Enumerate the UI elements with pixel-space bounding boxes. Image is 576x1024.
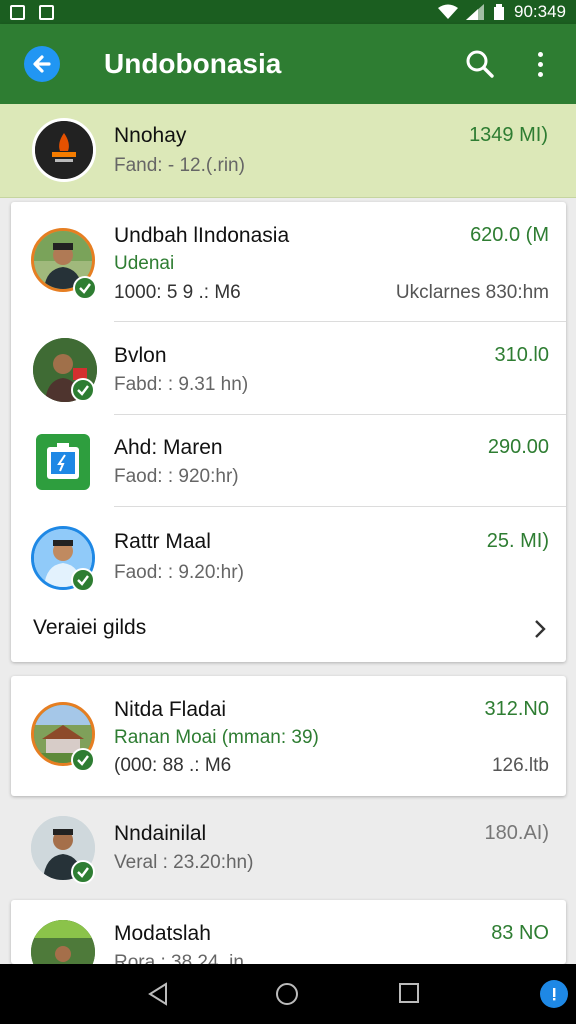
- page-title: Undobonasia: [104, 48, 282, 79]
- logo-icon: [35, 121, 93, 179]
- nav-recents-icon[interactable]: [398, 982, 420, 1004]
- status-time: 90:349: [514, 2, 566, 21]
- list-item[interactable]: Bvlon Fabd: : 9.31 hn) 310.l0: [11, 322, 566, 414]
- item-name: Nndainilal: [114, 822, 207, 845]
- avatar: [32, 118, 96, 182]
- verified-badge: [73, 276, 97, 300]
- item-detail: (000: 88 .: M6: [114, 755, 232, 776]
- list-item[interactable]: Nitda Fladai Ranan Moai (mman: 39) (000:…: [11, 676, 566, 796]
- item-amount: 180.AI): [484, 822, 549, 844]
- item-name: Nitda Fladai: [114, 698, 227, 721]
- back-button[interactable]: [24, 46, 60, 82]
- item-amount: 1349 MI): [469, 124, 548, 146]
- list-item[interactable]: Undbah lIndonasia Udenai 1000: 5 9 .: M6…: [11, 202, 566, 322]
- verified-check-icon: [77, 867, 89, 878]
- item-name: Rattr Maal: [114, 530, 211, 553]
- item-subtitle: Faod: : 920:hr): [114, 466, 239, 487]
- item-meta: Ukclarnes 830:hm: [395, 282, 549, 303]
- item-amount: 25. MI): [486, 530, 549, 552]
- verified-check-icon: [77, 385, 89, 396]
- signal-icon: [466, 4, 484, 20]
- item-subtitle: Fand: - 12.(.rin): [114, 155, 245, 176]
- verified-badge: [71, 748, 95, 772]
- back-arrow-icon: [33, 55, 51, 73]
- item-name: Nnohay: [114, 124, 187, 147]
- item-amount: 310.l0: [494, 344, 550, 366]
- view-more-label: Veraiei gilds: [33, 616, 147, 639]
- item-tag: Udenai: [114, 253, 175, 274]
- verified-badge: [71, 860, 95, 884]
- contact-group-card: Undbah lIndonasia Udenai 1000: 5 9 .: M6…: [11, 202, 566, 662]
- list-item[interactable]: Ahd: Maren Faod: : 920:hr) 290.00: [11, 414, 566, 506]
- place-photo-icon: [31, 920, 95, 964]
- app-bar: Undobonasia: [0, 24, 576, 104]
- verified-check-icon: [77, 755, 89, 766]
- item-amount: 620.0 (M: [470, 224, 549, 246]
- item-meta: 126.ltb: [491, 755, 549, 776]
- item-amount: 83 NO: [491, 922, 549, 944]
- search-button[interactable]: [462, 46, 498, 82]
- item-name: Ahd: Maren: [114, 436, 223, 459]
- nav-home-icon[interactable]: [275, 982, 299, 1006]
- item-subtitle: Veral : 23.20:hn): [114, 852, 254, 873]
- app-logo-icon: [47, 443, 79, 479]
- item-tag: Ranan Moai (mman: 39): [114, 727, 319, 748]
- chevron-right-icon: [535, 620, 546, 638]
- list-item[interactable]: Rattr Maal Faod: : 9.20:hr) 25. MI): [11, 506, 566, 602]
- contact-group-card: Modatslah Rora : 38 24 .in 83 NO: [11, 900, 566, 964]
- system-nav-bar: [0, 964, 576, 1024]
- avatar: [31, 920, 95, 964]
- item-detail: 1000: 5 9 .: M6: [114, 282, 241, 303]
- item-name: Bvlon: [114, 344, 167, 367]
- verified-check-icon: [77, 575, 89, 586]
- nav-back-icon[interactable]: [146, 982, 170, 1006]
- app-icon: [36, 434, 90, 490]
- verified-badge: [71, 568, 95, 592]
- info-icon: [553, 988, 556, 1001]
- verified-check-icon: [79, 283, 91, 294]
- view-more-row[interactable]: Veraiei gilds: [11, 602, 566, 658]
- list-item[interactable]: Modatslah Rora : 38 24 .in 83 NO: [11, 900, 566, 964]
- verified-badge: [71, 378, 95, 402]
- more-options-button[interactable]: [528, 46, 552, 82]
- item-subtitle: Rora : 38 24 .in: [114, 952, 244, 964]
- item-amount: 312.N0: [484, 698, 550, 720]
- assistant-button[interactable]: [540, 980, 568, 1008]
- file-notification-icon: [39, 4, 54, 20]
- item-amount: 290.00: [487, 436, 549, 458]
- item-subtitle: Faod: : 9.20:hr): [114, 562, 244, 583]
- item-subtitle: Fabd: : 9.31 hn): [114, 374, 249, 395]
- gallery-notification-icon: [10, 4, 25, 20]
- battery-icon: [494, 4, 504, 20]
- status-bar: 90:349: [0, 0, 576, 24]
- highlighted-list-item[interactable]: Nnohay Fand: - 12.(.rin) 1349 MI): [0, 104, 576, 198]
- item-name: Modatslah: [114, 922, 211, 945]
- wifi-icon: [438, 4, 458, 19]
- item-name: Undbah lIndonasia: [114, 224, 290, 247]
- contact-group-card: Nitda Fladai Ranan Moai (mman: 39) (000:…: [11, 676, 566, 796]
- search-icon: [466, 50, 494, 78]
- list-item[interactable]: Nndainilal Veral : 23.20:hn) 180.AI): [11, 800, 566, 896]
